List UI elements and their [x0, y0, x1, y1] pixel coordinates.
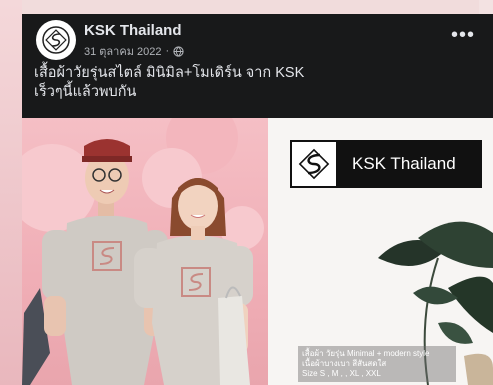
post-image[interactable]: KSK Thailand เสื้อผ้า วัยรุ่น Minimal + …: [22, 118, 493, 385]
info-line-1: เสื้อผ้า วัยรุ่น Minimal + modern style: [302, 349, 430, 358]
info-line-3: Size S , M , , XL , XXL: [302, 369, 381, 378]
post-date[interactable]: 31 ตุลาคม 2022: [84, 42, 162, 60]
models-photo: [22, 118, 268, 385]
caption-line-1: เสื้อผ้าวัยรุ่นสไตล์ มินิมิล+โมเดิร์น จา…: [34, 65, 305, 81]
info-line-2: เนื้อผ้าบางเบา สีสันสดใส: [302, 359, 387, 368]
background-left: [0, 0, 22, 385]
post-meta: 31 ตุลาคม 2022 ·: [84, 42, 184, 60]
page-name-link[interactable]: KSK Thailand: [84, 22, 182, 39]
brand-panel: KSK Thailand เสื้อผ้า วัยรุ่น Minimal + …: [268, 118, 493, 385]
caption-line-2: เร็วๆนี้แล้วพบกัน: [34, 84, 137, 100]
more-options-icon[interactable]: •••: [451, 24, 475, 47]
product-info-box: เสื้อผ้า วัยรุ่น Minimal + modern style …: [298, 346, 456, 382]
post-header: KSK Thailand 31 ตุลาคม 2022 · ••• เสื้อผ…: [22, 14, 493, 118]
page-avatar[interactable]: [36, 20, 76, 60]
facebook-post: KSK Thailand 31 ตุลาคม 2022 · ••• เสื้อผ…: [22, 14, 493, 385]
models-illustration: [22, 118, 264, 385]
meta-separator: ·: [165, 45, 170, 57]
plant-illustration: [378, 221, 493, 385]
globe-icon[interactable]: [173, 45, 184, 57]
ksk-logo-icon: [42, 26, 70, 54]
post-caption: เสื้อผ้าวัยรุ่นสไตล์ มินิมิล+โมเดิร์น จา…: [34, 64, 474, 102]
